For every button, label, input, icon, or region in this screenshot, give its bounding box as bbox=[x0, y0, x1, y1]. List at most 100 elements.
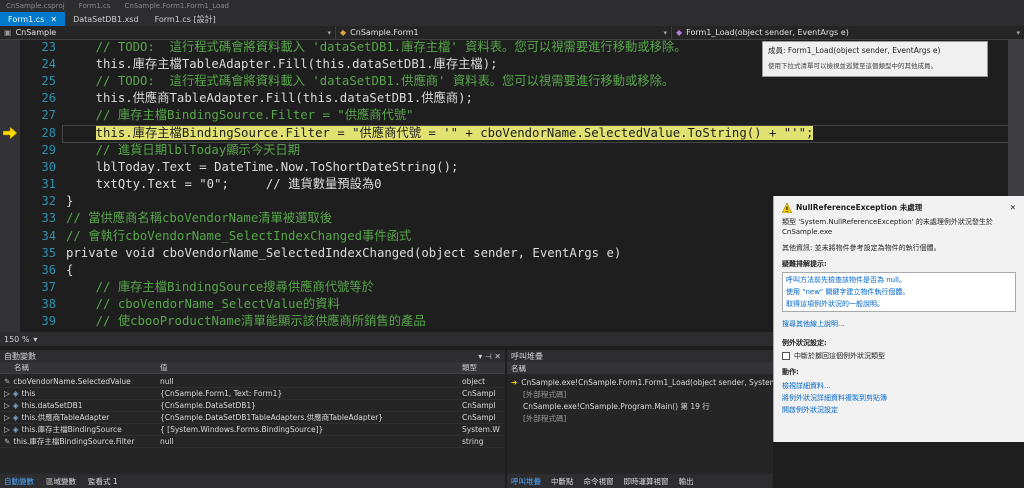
table-row[interactable]: ▷ ◈ this.dataSetDB1 {CnSample.DataSetDB1} … bbox=[0, 400, 505, 412]
member-dropdown[interactable]: ◆ Form1_Load(object sender, EventArgs e)… bbox=[672, 27, 1024, 39]
table-row[interactable]: ▷ ◈ this {CnSample.Form1, Text: Form1} CnS… bbox=[0, 388, 505, 400]
column-header-type[interactable]: 類型 bbox=[462, 362, 502, 373]
expand-icon[interactable]: ▷ bbox=[4, 401, 10, 410]
table-row[interactable]: ✎ cboVendorName.SelectedValue null object bbox=[0, 376, 505, 388]
highlighted-statement: this.庫存主檔BindingSource.Filter = "供應商代號 =… bbox=[95, 126, 814, 140]
navigation-bar: ▣ CnSample ▾ ◆ CnSample.Form1 ▾ ◆ Form1_… bbox=[0, 26, 1024, 40]
object-icon: ◈ bbox=[12, 401, 19, 410]
top-strip: CnSample.csproj Form1.cs CnSample.Form1.… bbox=[0, 0, 1024, 12]
column-header-value[interactable]: 值 bbox=[160, 362, 462, 373]
object-icon: ◈ bbox=[12, 425, 19, 434]
tab-command[interactable]: 命令視窗 bbox=[584, 476, 614, 487]
tab-form1-design[interactable]: Form1.cs [設計] bbox=[147, 12, 224, 26]
project-label: CnSample bbox=[15, 28, 57, 37]
stack-frame[interactable]: [外部程式碼] bbox=[507, 388, 773, 400]
code-line: // cboVendorName_SelectValue的資料 bbox=[66, 297, 340, 311]
chevron-down-icon[interactable]: ▾ bbox=[33, 335, 37, 344]
top-item[interactable]: CnSample.csproj bbox=[6, 2, 65, 10]
tab-dataset-xsd[interactable]: DataSetDB1.xsd bbox=[65, 12, 147, 26]
exception-title: NullReferenceException 未處理 bbox=[796, 203, 923, 212]
method-icon: ◆ bbox=[676, 28, 683, 37]
tab-autos[interactable]: 自動變數 bbox=[4, 476, 34, 487]
frame-text: CnSample.exe!CnSample.Form1.Form1_Load(o… bbox=[521, 377, 773, 387]
var-value: null bbox=[160, 437, 174, 446]
line-number: 36 bbox=[41, 263, 56, 277]
checkbox-label: 中斷於擲回這個例外狀況類型 bbox=[794, 352, 885, 360]
var-type: CnSampl bbox=[462, 413, 496, 422]
tips-list: 呼叫方法前先檢查該物件是否為 null。 使用 "new" 關鍵字建立物件執行個… bbox=[782, 272, 1016, 312]
property-icon: ✎ bbox=[4, 377, 11, 386]
zoom-level[interactable]: 150 % bbox=[0, 335, 29, 344]
settings-checkbox-row[interactable]: 中斷於擲回這個例外狀況類型 bbox=[774, 351, 1024, 361]
current-frame-arrow-icon: ➔ bbox=[511, 377, 518, 387]
action-link[interactable]: 將例外狀況詳細資料複製到剪貼簿 bbox=[774, 392, 1024, 404]
vs-window: CnSample.csproj Form1.cs CnSample.Form1.… bbox=[0, 0, 1024, 488]
more-help-link[interactable]: 搜尋其他線上說明... bbox=[774, 318, 1024, 330]
tip-link[interactable]: 取得這項例外狀況的一般說明。 bbox=[786, 298, 1012, 310]
action-link[interactable]: 檢視詳細資料... bbox=[774, 380, 1024, 392]
pin-icon[interactable]: ▾ ⊣ ✕ bbox=[478, 352, 501, 361]
table-row[interactable]: ▷ ◈ this.供應商TableAdapter {CnSample.DataSet… bbox=[0, 412, 505, 424]
line-number: 29 bbox=[41, 143, 56, 157]
close-icon[interactable]: ✕ bbox=[50, 15, 57, 24]
action-link[interactable]: 開啟例外狀況設定 bbox=[774, 404, 1024, 416]
checkbox[interactable] bbox=[782, 352, 790, 360]
tab-label: Form1.cs bbox=[8, 14, 45, 24]
var-name: this.庫存主檔BindingSource bbox=[21, 425, 122, 434]
var-value: {CnSample.Form1, Text: Form1} bbox=[160, 389, 283, 398]
code-line: // 使cbooProductName清單能顯示該供應商所銷售的產品 bbox=[66, 314, 426, 328]
tab-immediate[interactable]: 即時運算視窗 bbox=[624, 476, 669, 487]
var-value: null bbox=[160, 377, 174, 386]
code-line: this.庫存主檔TableAdapter.Fill(this.dataSetD… bbox=[66, 57, 498, 71]
var-value: {CnSample.DataSetDB1TableAdapters.供應商Tab… bbox=[160, 413, 384, 422]
code-line: // 庫存主檔BindingSource搜尋供應商代號等於 bbox=[66, 280, 374, 294]
var-name: this.庫存主檔BindingSource.Filter bbox=[13, 437, 135, 446]
object-icon: ◈ bbox=[12, 389, 19, 398]
table-row[interactable]: ▷ ◈ this.庫存主檔BindingSource { [System.Windo… bbox=[0, 424, 505, 436]
code-line: // 庫存主檔BindingSource.Filter = "供應商代號" bbox=[66, 108, 414, 122]
close-icon[interactable]: ✕ bbox=[1010, 203, 1016, 212]
class-dropdown[interactable]: ◆ CnSample.Form1 ▾ bbox=[336, 26, 672, 39]
line-number: 27 bbox=[41, 108, 56, 122]
actions-title: 動作: bbox=[782, 368, 799, 376]
callstack-header: 呼叫堆疊 bbox=[507, 350, 773, 362]
autos-tabs: 自動變數 區域變數 監看式 1 bbox=[0, 474, 505, 488]
exception-detail: 其他資訊: 並未將物件參考設定為物件的執行個體。 bbox=[782, 244, 941, 252]
tab-label: DataSetDB1.xsd bbox=[73, 14, 139, 24]
line-number: 34 bbox=[41, 229, 56, 243]
column-header-name[interactable]: 名稱 bbox=[0, 362, 160, 373]
top-item[interactable]: CnSample.Form1.Form1_Load bbox=[125, 2, 230, 10]
autos-window: 自動變數 ▾ ⊣ ✕ 名稱 值 類型 ✎ cboVendorName.Select… bbox=[0, 350, 505, 488]
tip-link[interactable]: 呼叫方法前先檢查該物件是否為 null。 bbox=[786, 274, 1012, 286]
tip-link[interactable]: 使用 "new" 關鍵字建立物件執行個體。 bbox=[786, 286, 1012, 298]
column-header-name[interactable]: 名稱 bbox=[507, 362, 773, 374]
document-tabs: Form1.cs ✕ DataSetDB1.xsd Form1.cs [設計] bbox=[0, 12, 1024, 26]
stack-frame[interactable]: ➔ CnSample.exe!CnSample.Form1.Form1_Load… bbox=[507, 376, 773, 388]
tab-breakpoints[interactable]: 中斷點 bbox=[551, 476, 574, 487]
project-dropdown[interactable]: ▣ CnSample ▾ bbox=[0, 26, 336, 39]
var-name: this.供應商TableAdapter bbox=[21, 413, 110, 422]
line-number: 26 bbox=[41, 91, 56, 105]
expand-icon[interactable]: ▷ bbox=[4, 413, 10, 422]
tab-callstack[interactable]: 呼叫堆疊 bbox=[511, 476, 541, 487]
tab-locals[interactable]: 區域變數 bbox=[46, 476, 76, 487]
stack-frame[interactable]: CnSample.exe!CnSample.Program.Main() 第 1… bbox=[507, 400, 773, 412]
chevron-down-icon: ▾ bbox=[1016, 28, 1020, 37]
tab-watch[interactable]: 監看式 1 bbox=[88, 476, 118, 487]
breakpoint-gutter[interactable] bbox=[0, 40, 20, 332]
stack-frame[interactable]: [外部程式碼] bbox=[507, 412, 773, 424]
table-row[interactable]: ✎ this.庫存主檔BindingSource.Filter null stri… bbox=[0, 436, 505, 448]
tooltip-hint: 使用下拉式清單可以檢視並巡覽至這個類型中的其他成員。 bbox=[768, 62, 937, 70]
code-line: // 當供應商名稱cboVendorName清單被選取後 bbox=[66, 211, 333, 225]
expand-icon[interactable]: ▷ bbox=[4, 389, 10, 398]
tab-output[interactable]: 輸出 bbox=[679, 476, 694, 487]
top-item[interactable]: Form1.cs bbox=[79, 2, 111, 10]
expand-icon[interactable]: ▷ bbox=[4, 425, 10, 434]
property-icon: ✎ bbox=[4, 437, 11, 446]
warning-icon bbox=[782, 202, 792, 213]
tab-form1-cs[interactable]: Form1.cs ✕ bbox=[0, 12, 66, 26]
code-line: this.供應商TableAdapter.Fill(this.dataSetDB… bbox=[66, 91, 473, 105]
line-number: 25 bbox=[41, 74, 56, 88]
line-number: 31 bbox=[41, 177, 56, 191]
settings-title: 例外狀況設定: bbox=[782, 339, 827, 347]
